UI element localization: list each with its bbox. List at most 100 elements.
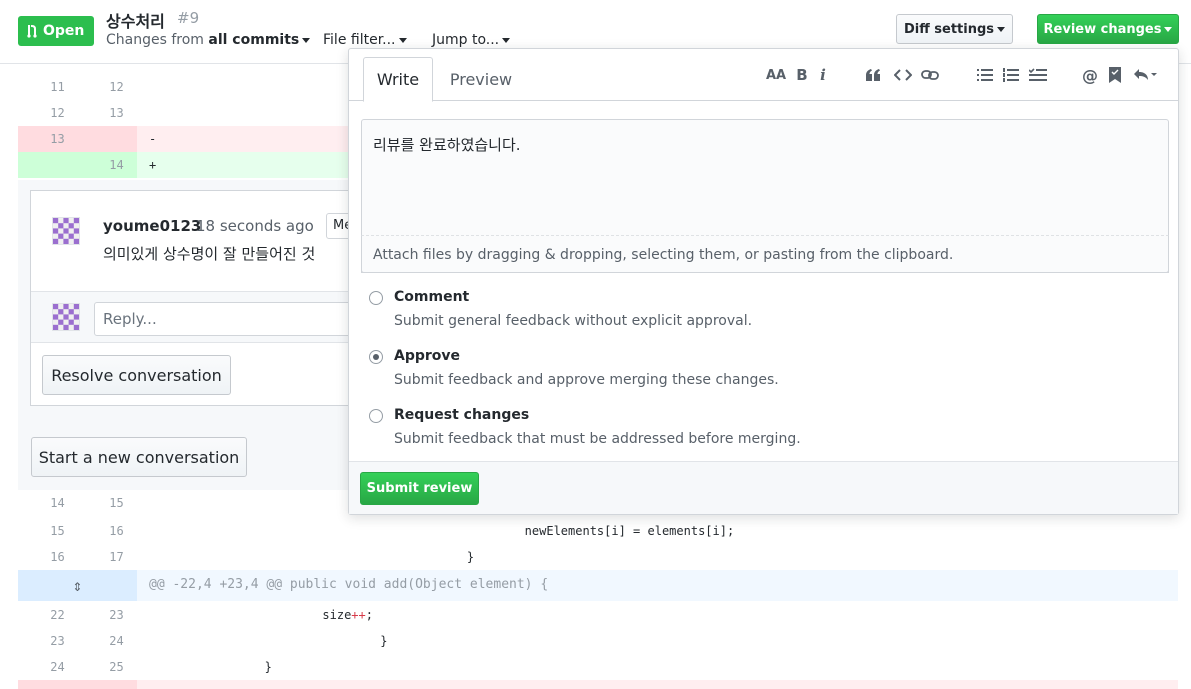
resolve-conversation-button[interactable]: Resolve conversation — [42, 355, 231, 395]
line-code: } — [149, 550, 475, 564]
new-line-number[interactable]: 25 — [87, 654, 146, 680]
new-line-number[interactable] — [87, 126, 146, 152]
pr-state-label: Open — [43, 23, 85, 39]
bulleted-list-icon[interactable] — [975, 65, 995, 85]
diff-line: 22 23 size++; — [18, 602, 1178, 628]
chevron-down-icon — [1164, 26, 1173, 32]
pr-title: 상수처리 — [106, 12, 165, 31]
new-line-number[interactable]: 14 — [87, 152, 146, 178]
comment-body: 의미있게 상수명이 잘 만들어진 것 — [103, 245, 316, 263]
hunk-header: ⇕ @@ -22,4 +23,4 @@ public void add(Obje… — [18, 570, 1178, 601]
editor-tab-bar: Write Preview AA B i @ — [349, 49, 1178, 102]
bookmark-icon[interactable] — [1107, 65, 1123, 85]
pr-number: #9 — [177, 9, 200, 27]
new-line-number[interactable]: 23 — [87, 602, 146, 628]
option-label: Approve — [394, 348, 461, 364]
tab-write[interactable]: Write — [363, 57, 433, 102]
bold-button[interactable]: B — [793, 65, 811, 85]
task-list-icon[interactable] — [1027, 65, 1049, 85]
old-line-number[interactable]: 11 — [28, 74, 87, 100]
mention-icon[interactable]: @ — [1081, 65, 1099, 85]
jump-to-menu[interactable]: Jump to... — [432, 32, 511, 48]
old-line-number[interactable]: 13 — [28, 126, 87, 152]
option-description: Submit feedback and approve merging thes… — [394, 372, 779, 388]
line-code: } — [149, 634, 388, 648]
chevron-down-icon — [398, 37, 407, 43]
comment-timestamp[interactable]: 18 seconds ago — [196, 217, 314, 235]
hunk-header-text: @@ -22,4 +23,4 @@ public void add(Object… — [149, 577, 549, 592]
diff-line: 23 24 } — [18, 628, 1178, 654]
new-line-number[interactable]: 15 — [87, 490, 146, 516]
code-icon[interactable] — [892, 65, 914, 85]
start-new-conversation-button[interactable]: Start a new conversation — [31, 437, 247, 477]
request-changes-radio[interactable] — [369, 409, 383, 423]
option-label: Request changes — [394, 407, 530, 423]
comment-radio[interactable] — [369, 291, 383, 305]
line-code: } — [149, 660, 272, 674]
review-changes-button[interactable]: Review changes — [1037, 14, 1179, 44]
attach-files-hint[interactable]: Attach files by dragging & dropping, sel… — [361, 235, 1169, 273]
line-code: newElements[i] = elements[i]; — [149, 524, 735, 538]
line-code: - — [149, 132, 157, 146]
comment-author[interactable]: youme0123 — [103, 217, 201, 235]
git-pull-request-icon — [27, 25, 37, 38]
chevron-down-icon — [997, 26, 1006, 32]
new-line-number[interactable]: 16 — [87, 518, 146, 544]
old-line-number[interactable]: 24 — [28, 654, 87, 680]
new-line-number[interactable]: 13 — [87, 100, 146, 126]
diff-settings-button[interactable]: Diff settings — [896, 14, 1013, 44]
diff-line-deletion — [18, 680, 1178, 689]
pr-state-badge: Open — [18, 16, 94, 46]
changes-from-menu[interactable]: Changes from all commits — [106, 32, 311, 48]
line-code: + — [149, 158, 157, 172]
new-line-number[interactable]: 24 — [87, 628, 146, 654]
new-line-number[interactable]: 17 — [87, 544, 146, 570]
code-operator: ++ — [351, 608, 366, 622]
old-line-number[interactable]: 23 — [28, 628, 87, 654]
code-text: size — [149, 608, 352, 622]
diff-line: 16 17 } — [18, 544, 1178, 570]
old-line-number[interactable]: 12 — [28, 100, 87, 126]
changes-from-prefix: Changes from — [106, 32, 204, 48]
heading-button[interactable]: AA — [765, 65, 787, 85]
diff-line: 24 25 } — [18, 654, 1178, 680]
jump-to-label: Jump to... — [432, 32, 500, 48]
review-thread: youme0123 18 seconds ago Me 의미있게 상수명이 잘 … — [30, 190, 366, 406]
code-text: ; — [365, 608, 373, 622]
diff-line: 15 16 newElements[i] = elements[i]; — [18, 518, 1178, 544]
submit-review-button[interactable]: Submit review — [360, 472, 479, 505]
reply-area: Reply... — [31, 291, 364, 343]
review-option-approve[interactable]: Approve Submit feedback and approve merg… — [369, 348, 1159, 396]
option-label: Comment — [394, 289, 470, 305]
reply-input[interactable]: Reply... — [94, 302, 364, 336]
old-line-number[interactable]: 16 — [28, 544, 87, 570]
option-description: Submit general feedback without explicit… — [394, 313, 753, 329]
old-line-number[interactable] — [28, 152, 87, 178]
old-line-number[interactable]: 14 — [28, 490, 87, 516]
line-code: size++; — [149, 602, 373, 628]
option-description: Submit feedback that must be addressed b… — [394, 431, 801, 447]
changes-from-value: all commits — [208, 32, 300, 48]
reply-icon[interactable] — [1131, 65, 1159, 85]
expand-icon[interactable]: ⇕ — [18, 570, 137, 601]
review-option-comment[interactable]: Comment Submit general feedback without … — [369, 289, 1159, 337]
review-footer: Submit review — [349, 461, 1178, 514]
avatar — [52, 303, 80, 331]
file-filter-label: File filter... — [323, 32, 396, 48]
quote-icon[interactable] — [863, 65, 883, 85]
file-filter-menu[interactable]: File filter... — [323, 32, 407, 48]
new-line-number[interactable]: 12 — [87, 74, 146, 100]
review-option-request-changes[interactable]: Request changes Submit feedback that mus… — [369, 407, 1159, 455]
italic-button[interactable]: i — [816, 65, 830, 85]
numbered-list-icon[interactable] — [1001, 65, 1021, 85]
identicon-icon — [53, 304, 79, 330]
avatar[interactable] — [52, 217, 80, 245]
approve-radio[interactable] — [369, 350, 383, 364]
old-line-number[interactable]: 15 — [28, 518, 87, 544]
old-line-number[interactable]: 22 — [28, 602, 87, 628]
tab-preview[interactable]: Preview — [442, 57, 520, 101]
review-changes-label: Review changes — [1043, 21, 1162, 37]
chevron-down-icon — [502, 37, 511, 43]
review-changes-popover: Write Preview AA B i @ 리뷰를 완료하였습니다. Atta… — [348, 48, 1179, 515]
link-icon[interactable] — [919, 65, 941, 85]
